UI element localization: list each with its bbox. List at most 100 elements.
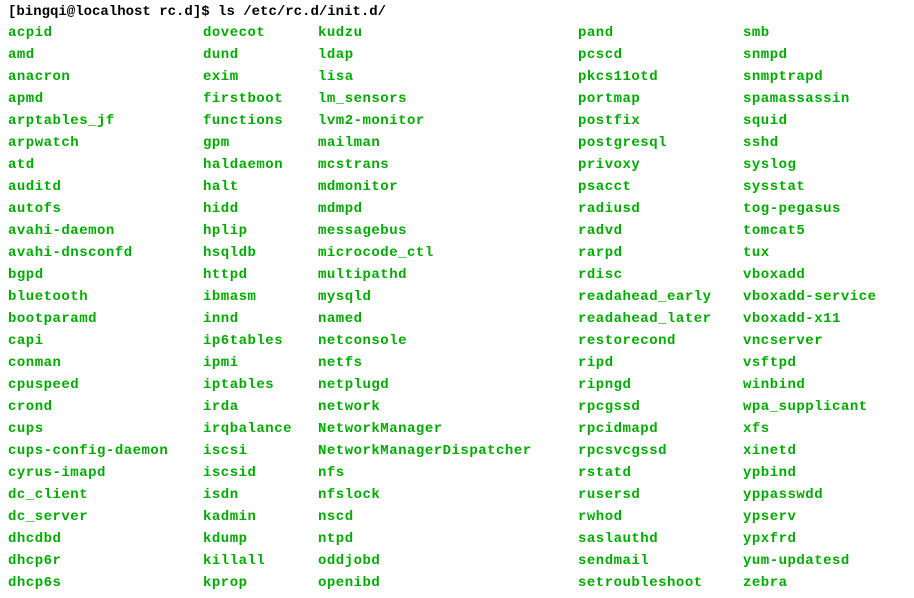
file-entry: mysqld	[318, 286, 578, 308]
file-entry: ypbind	[743, 462, 877, 484]
file-entry: zebra	[743, 572, 877, 594]
file-entry: ibmasm	[203, 286, 318, 308]
file-entry: sshd	[743, 132, 877, 154]
file-entry: exim	[203, 66, 318, 88]
file-entry: dhcp6r	[8, 550, 203, 572]
file-entry: smb	[743, 22, 877, 44]
file-entry: httpd	[203, 264, 318, 286]
file-entry: rstatd	[578, 462, 743, 484]
file-entry: netfs	[318, 352, 578, 374]
file-entry: kudzu	[318, 22, 578, 44]
listing-column-4: pandpcscdpkcs11otdportmappostfixpostgres…	[578, 22, 743, 594]
prompt-command: ls /etc/rc.d/init.d/	[218, 4, 386, 20]
file-entry: cups	[8, 418, 203, 440]
file-entry: atd	[8, 154, 203, 176]
listing-column-2: dovecotdundeximfirstbootfunctionsgpmhald…	[203, 22, 318, 594]
file-entry: rpcsvcgssd	[578, 440, 743, 462]
file-entry: anacron	[8, 66, 203, 88]
file-entry: dc_client	[8, 484, 203, 506]
file-entry: ripngd	[578, 374, 743, 396]
file-entry: microcode_ctl	[318, 242, 578, 264]
file-entry: network	[318, 396, 578, 418]
file-entry: privoxy	[578, 154, 743, 176]
file-entry: named	[318, 308, 578, 330]
file-entry: kprop	[203, 572, 318, 594]
file-entry: functions	[203, 110, 318, 132]
file-entry: mdmpd	[318, 198, 578, 220]
file-entry: capi	[8, 330, 203, 352]
prompt-userhost: [bingqi@localhost rc.d]$	[8, 4, 218, 20]
file-entry: pand	[578, 22, 743, 44]
file-entry: xinetd	[743, 440, 877, 462]
file-entry: mdmonitor	[318, 176, 578, 198]
file-entry: xfs	[743, 418, 877, 440]
file-entry: irda	[203, 396, 318, 418]
file-entry: ypxfrd	[743, 528, 877, 550]
file-entry: amd	[8, 44, 203, 66]
file-entry: syslog	[743, 154, 877, 176]
file-entry: auditd	[8, 176, 203, 198]
file-entry: iptables	[203, 374, 318, 396]
file-entry: kadmin	[203, 506, 318, 528]
file-entry: netplugd	[318, 374, 578, 396]
file-entry: spamassassin	[743, 88, 877, 110]
file-entry: snmptrapd	[743, 66, 877, 88]
file-entry: nscd	[318, 506, 578, 528]
file-entry: conman	[8, 352, 203, 374]
file-entry: arptables_jf	[8, 110, 203, 132]
file-entry: mailman	[318, 132, 578, 154]
file-entry: acpid	[8, 22, 203, 44]
file-entry: rwhod	[578, 506, 743, 528]
file-entry: crond	[8, 396, 203, 418]
file-entry: isdn	[203, 484, 318, 506]
file-entry: bgpd	[8, 264, 203, 286]
file-entry: multipathd	[318, 264, 578, 286]
file-entry: autofs	[8, 198, 203, 220]
file-entry: cyrus-imapd	[8, 462, 203, 484]
file-entry: sysstat	[743, 176, 877, 198]
file-entry: rdisc	[578, 264, 743, 286]
file-entry: sendmail	[578, 550, 743, 572]
file-entry: nfs	[318, 462, 578, 484]
file-entry: ntpd	[318, 528, 578, 550]
file-entry: avahi-dnsconfd	[8, 242, 203, 264]
file-entry: restorecond	[578, 330, 743, 352]
file-entry: dhcp6s	[8, 572, 203, 594]
file-entry: arpwatch	[8, 132, 203, 154]
file-entry: ipmi	[203, 352, 318, 374]
file-entry: nfslock	[318, 484, 578, 506]
file-entry: rpcgssd	[578, 396, 743, 418]
file-entry: vboxadd	[743, 264, 877, 286]
file-entry: NetworkManagerDispatcher	[318, 440, 578, 462]
file-entry: hsqldb	[203, 242, 318, 264]
file-entry: oddjobd	[318, 550, 578, 572]
file-entry: postgresql	[578, 132, 743, 154]
file-entry: snmpd	[743, 44, 877, 66]
file-entry: avahi-daemon	[8, 220, 203, 242]
file-entry: innd	[203, 308, 318, 330]
file-entry: dc_server	[8, 506, 203, 528]
file-entry: halt	[203, 176, 318, 198]
file-entry: radvd	[578, 220, 743, 242]
file-entry: gpm	[203, 132, 318, 154]
file-entry: iscsi	[203, 440, 318, 462]
file-entry: cpuspeed	[8, 374, 203, 396]
file-entry: pkcs11otd	[578, 66, 743, 88]
file-entry: dund	[203, 44, 318, 66]
file-entry: setroubleshoot	[578, 572, 743, 594]
file-entry: firstboot	[203, 88, 318, 110]
file-entry: wpa_supplicant	[743, 396, 877, 418]
file-entry: bluetooth	[8, 286, 203, 308]
file-entry: NetworkManager	[318, 418, 578, 440]
file-entry: readahead_later	[578, 308, 743, 330]
file-entry: rusersd	[578, 484, 743, 506]
file-entry: vboxadd-x11	[743, 308, 877, 330]
file-entry: tomcat5	[743, 220, 877, 242]
file-entry: killall	[203, 550, 318, 572]
file-entry: rpcidmapd	[578, 418, 743, 440]
file-entry: lisa	[318, 66, 578, 88]
file-entry: lm_sensors	[318, 88, 578, 110]
file-entry: saslauthd	[578, 528, 743, 550]
listing-column-5: smbsnmpdsnmptrapdspamassassinsquidsshdsy…	[743, 22, 877, 594]
file-entry: vncserver	[743, 330, 877, 352]
